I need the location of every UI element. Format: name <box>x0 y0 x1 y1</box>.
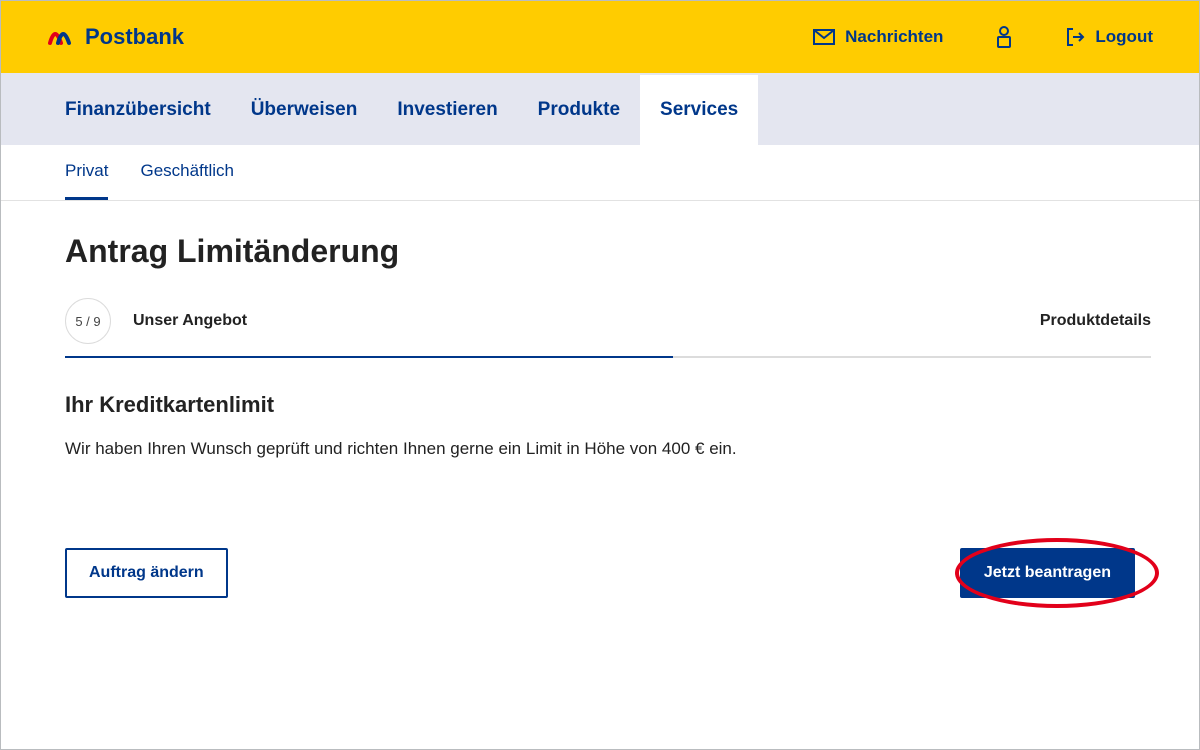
mail-icon <box>813 29 835 45</box>
top-bar: Postbank Nachrichten Logout <box>1 1 1199 73</box>
step-name: Unser Angebot <box>133 312 247 330</box>
step-row: 5 / 9 Unser Angebot Produktdetails <box>65 298 1151 344</box>
apply-now-button[interactable]: Jetzt beantragen <box>960 548 1135 598</box>
logout-link[interactable]: Logout <box>1065 27 1153 47</box>
logout-label: Logout <box>1095 27 1153 47</box>
progress-bar <box>65 356 1151 358</box>
brand-name: Postbank <box>85 24 184 50</box>
section-body: Wir haben Ihren Wunsch geprüft und richt… <box>65 436 1151 462</box>
top-links: Nachrichten Logout <box>813 26 1153 48</box>
profile-link[interactable] <box>995 26 1013 48</box>
step-left: 5 / 9 Unser Angebot <box>65 298 247 344</box>
nav-ueberweisen[interactable]: Überweisen <box>231 75 378 145</box>
main-nav: Finanzübersicht Überweisen Investieren P… <box>1 73 1199 145</box>
offer-section: Ihr Kreditkartenlimit Wir haben Ihren Wu… <box>65 358 1151 462</box>
product-details-link[interactable]: Produktdetails <box>1040 312 1151 330</box>
messages-link[interactable]: Nachrichten <box>813 27 943 47</box>
subtab-privat[interactable]: Privat <box>65 145 108 200</box>
nav-finanzuebersicht[interactable]: Finanzübersicht <box>47 75 231 145</box>
content: Antrag Limitänderung 5 / 9 Unser Angebot… <box>1 201 1199 598</box>
step-badge: 5 / 9 <box>65 298 111 344</box>
page-title: Antrag Limitänderung <box>65 233 1151 270</box>
progress-fill <box>65 356 673 358</box>
logout-icon <box>1065 27 1085 47</box>
postbank-logo-icon <box>47 23 75 52</box>
nav-produkte[interactable]: Produkte <box>518 75 640 145</box>
nav-investieren[interactable]: Investieren <box>377 75 517 145</box>
brand[interactable]: Postbank <box>47 23 184 52</box>
subtab-geschaeftlich[interactable]: Geschäftlich <box>140 145 234 200</box>
sub-nav: Privat Geschäftlich <box>1 145 1199 201</box>
nav-services[interactable]: Services <box>640 75 758 145</box>
action-row: Auftrag ändern Jetzt beantragen <box>65 548 1151 598</box>
section-title: Ihr Kreditkartenlimit <box>65 392 1151 418</box>
messages-label: Nachrichten <box>845 27 943 47</box>
change-order-button[interactable]: Auftrag ändern <box>65 548 228 598</box>
user-icon <box>995 26 1013 48</box>
